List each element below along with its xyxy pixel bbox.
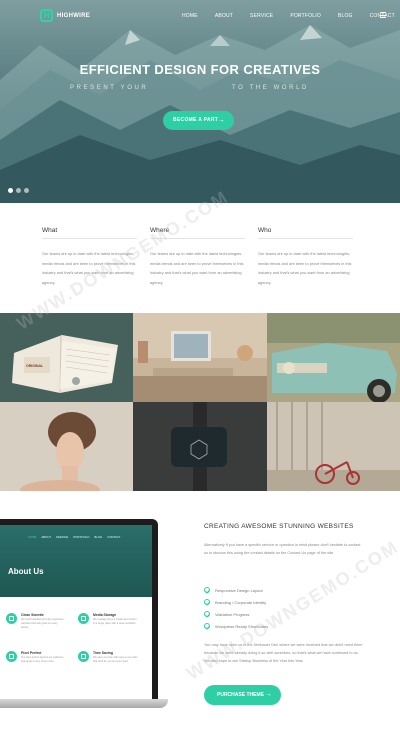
slider-dot[interactable] xyxy=(16,188,21,193)
column-title: What xyxy=(42,227,137,239)
checklist-label: Branding / Corporate Identity xyxy=(215,599,267,605)
laptop-feature: Media Storage We manage all your media a… xyxy=(78,613,138,626)
checklist-label: Responsive Design Layout xyxy=(215,587,263,593)
column-title: Where xyxy=(150,227,245,239)
main-menu: HOME ABOUT SERVICE PORTFOLIO BLOG CONTAC… xyxy=(182,13,400,19)
feature-text: We save you time with easy to use tools … xyxy=(93,656,138,663)
laptop-feature: Pixel Perfect Our pixel perfect layouts … xyxy=(6,651,66,664)
slider-dot[interactable] xyxy=(24,188,29,193)
checklist-label: Validation Progress xyxy=(215,611,250,617)
feature-title: Media Storage xyxy=(93,613,117,617)
portfolio-grid: ORIGINAL xyxy=(0,313,400,491)
nav-service[interactable]: SERVICE xyxy=(250,13,273,19)
checklist-item: Responsive Design Layout xyxy=(204,584,268,596)
feature-title: Time Saving xyxy=(93,651,113,655)
feature-title: Pixel Perfect xyxy=(21,651,42,655)
laptop-nav-item: HOME xyxy=(28,535,37,539)
feature-title: Clean Sweetie xyxy=(21,613,44,617)
portfolio-photo-car[interactable] xyxy=(267,313,400,402)
become-a-part-button[interactable]: BECOME A PART → xyxy=(163,111,234,130)
portfolio-photo-woman[interactable] xyxy=(0,402,133,491)
about-intro: Alternatively if you have a specific ser… xyxy=(204,543,361,555)
book-label: ORIGINAL xyxy=(26,364,44,368)
laptop-feature: Time Saving We save you time with easy t… xyxy=(78,651,138,664)
column-who: Who Our teams are up to date with the la… xyxy=(258,227,353,287)
check-circle-icon xyxy=(204,611,210,617)
hero-subtitle-right: TO THE WORLD xyxy=(232,85,309,91)
feature-checklist: Responsive Design Layout Branding / Corp… xyxy=(204,584,268,632)
feature-icon xyxy=(78,651,89,662)
laptop-nav-item: ABOUT xyxy=(41,535,52,539)
column-title: Who xyxy=(258,227,353,239)
portfolio-photo-desk[interactable] xyxy=(133,313,267,402)
arrow-right-icon: → xyxy=(265,691,272,698)
purchase-theme-button[interactable]: PURCHASE THEME → xyxy=(204,685,281,705)
checklist-label: Wordpress Ready Shortcodes xyxy=(215,623,269,629)
purchase-label: PURCHASE THEME xyxy=(217,692,264,698)
column-what: What Our teams are up to date with the l… xyxy=(42,227,137,287)
feature-text: We manage all your media and content in … xyxy=(93,618,137,625)
feature-icon xyxy=(6,651,17,662)
nav-blog[interactable]: BLOG xyxy=(338,13,353,19)
about-section: HOME ABOUT SERVICE PORTFOLIO BLOG CONTAC… xyxy=(0,491,400,747)
column-where: Where Our teams are up to date with the … xyxy=(150,227,245,287)
portfolio-photo-tricycle[interactable] xyxy=(267,402,400,491)
checklist-item: Validation Progress xyxy=(204,608,268,620)
portfolio-photo-watch[interactable] xyxy=(133,402,267,491)
feature-text: We build beautiful and fully responsive … xyxy=(21,618,64,629)
laptop-screen: HOME ABOUT SERVICE PORTFOLIO BLOG CONTAC… xyxy=(0,525,152,699)
laptop-nav-item: CONTACT xyxy=(107,535,121,539)
nav-portfolio[interactable]: PORTFOLIO xyxy=(290,13,321,19)
laptop-nav: HOME ABOUT SERVICE PORTFOLIO BLOG CONTAC… xyxy=(0,535,152,539)
column-text: Our teams are up to date with the latest… xyxy=(150,251,244,285)
column-text: Our teams are up to date with the latest… xyxy=(42,251,136,285)
laptop-nav-item: SERVICE xyxy=(56,535,69,539)
laptop-title: About Us xyxy=(8,567,44,576)
checklist-item: Branding / Corporate Identity xyxy=(204,596,268,608)
logo-icon: H xyxy=(40,9,53,22)
slider-dot[interactable] xyxy=(8,188,13,193)
hero-section: H HIGHWIRE HOME ABOUT SERVICE PORTFOLIO … xyxy=(0,0,400,203)
hero-subtitle-left: PRESENT YOUR xyxy=(70,85,149,91)
arrow-right-icon: → xyxy=(217,117,225,124)
slider-dots xyxy=(8,188,29,193)
logo-text: HIGHWIRE xyxy=(57,12,91,19)
feature-icon xyxy=(6,613,17,624)
checklist-item: Wordpress Ready Shortcodes xyxy=(204,620,268,632)
laptop-nav-item: PORTFOLIO xyxy=(73,535,90,539)
column-text: Our teams are up to date with the latest… xyxy=(258,251,352,285)
laptop-mockup: HOME ABOUT SERVICE PORTFOLIO BLOG CONTAC… xyxy=(0,519,158,699)
hamburger-menu-icon[interactable] xyxy=(380,12,386,18)
laptop-feature: Clean Sweetie We build beautiful and ful… xyxy=(6,613,66,630)
about-outro: You may have seen us in the Dimbauer Den… xyxy=(204,643,363,663)
check-circle-icon xyxy=(204,599,210,605)
portfolio-photo-notebook[interactable]: ORIGINAL xyxy=(0,313,133,402)
logo[interactable]: H HIGHWIRE xyxy=(40,9,90,22)
top-navbar: H HIGHWIRE HOME ABOUT SERVICE PORTFOLIO … xyxy=(0,0,400,34)
hero-title: EFFICIENT DESIGN FOR CREATIVES xyxy=(79,62,321,77)
nav-about[interactable]: ABOUT xyxy=(215,13,233,19)
cta-label: BECOME A PART xyxy=(173,117,219,123)
about-title: CREATING AWESOME STUNNING WEBSITES xyxy=(204,523,354,530)
nav-home[interactable]: HOME xyxy=(182,13,198,19)
check-circle-icon xyxy=(204,587,210,593)
feature-icon xyxy=(78,613,89,624)
check-circle-icon xyxy=(204,623,210,629)
features-columns: What Our teams are up to date with the l… xyxy=(0,203,400,313)
feature-text: Our pixel perfect layouts are crafted to… xyxy=(21,656,64,663)
laptop-base xyxy=(0,699,168,708)
laptop-nav-item: BLOG xyxy=(94,535,103,539)
